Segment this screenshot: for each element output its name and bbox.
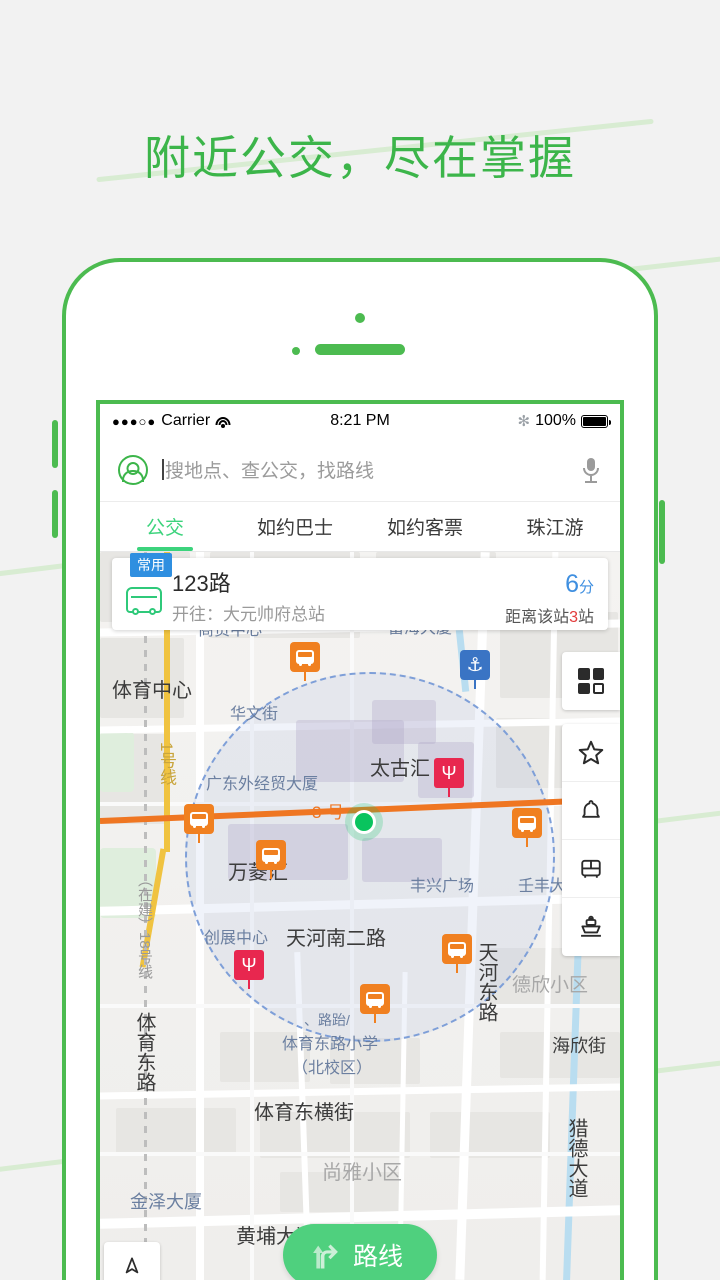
map-label-metro-1: 1号线 xyxy=(157,742,176,786)
status-bar: ●●●○● Carrier 8:21 PM ✻ 100% xyxy=(100,404,620,438)
restaurant-marker[interactable]: Ψ xyxy=(434,758,464,797)
route-button-label: 路线 xyxy=(352,1243,404,1271)
bus-stop-marker[interactable] xyxy=(442,934,472,973)
map-label: 创展中心 xyxy=(204,930,269,947)
battery-percent-label: 100% xyxy=(535,412,576,429)
map-park xyxy=(100,732,134,792)
phone-screen: ●●●○● Carrier 8:21 PM ✻ 100% 搜地点、查公交，找路线 xyxy=(96,400,624,1280)
tab-label: 如约巴士 xyxy=(256,518,333,539)
phone-volume-up-button xyxy=(52,420,58,468)
phone-camera-icon xyxy=(355,313,365,323)
tab-ruyue-bashi[interactable]: 如约巴士 xyxy=(230,502,360,551)
tab-ruyue-kepiao[interactable]: 如约客票 xyxy=(360,502,490,551)
turn-right-arrow-icon xyxy=(313,1244,338,1269)
map-building xyxy=(372,700,436,744)
favorites-button[interactable] xyxy=(562,724,620,782)
map-label: 华文街 xyxy=(230,706,279,723)
promo-screenshot: 附近公交，尽在掌握 ●●●○● Carrier 8:21 PM ✻ 100% 搜… xyxy=(0,0,720,1280)
text-caret xyxy=(162,459,164,480)
locate-me-button[interactable] xyxy=(104,1242,160,1280)
phone-power-button xyxy=(659,500,665,564)
map-label: 体育东路 xyxy=(133,1012,155,1092)
map-control-stack[interactable] xyxy=(562,724,620,956)
map-label-metro-18: （在建）18号线 xyxy=(136,872,153,979)
route-direction: 开往：大元帅府总站 xyxy=(172,604,325,624)
map-label: 丰兴广场 xyxy=(410,878,475,895)
alerts-button[interactable] xyxy=(562,782,620,840)
map-label: 天河南二路 xyxy=(286,928,386,950)
map-block xyxy=(116,1108,236,1156)
route-number: 123路 xyxy=(172,571,231,597)
eta: 6分 xyxy=(505,570,594,599)
search-bar[interactable]: 搜地点、查公交，找路线 xyxy=(100,438,620,502)
map-label: 德欣小区 xyxy=(512,975,589,996)
bus-front-icon xyxy=(581,859,601,878)
map-label: 广东外经贸大厦 xyxy=(206,776,319,793)
promo-headline: 附近公交，尽在掌握 xyxy=(144,132,576,184)
my-location-dot xyxy=(352,810,376,834)
distance-prefix: 距离该站 xyxy=(505,608,570,626)
map-label: 天河东路 xyxy=(475,942,497,1022)
eta-unit: 分 xyxy=(578,578,594,596)
distance-stops: 3 xyxy=(569,608,578,626)
bluetooth-icon: ✻ xyxy=(517,413,531,430)
map-canvas[interactable]: 广州市高新技术 商贸中心 富海大厦 体育中心 华文街 太古汇 广东外经贸大厦 万… xyxy=(100,552,620,1280)
search-input[interactable]: 搜地点、查公交，找路线 xyxy=(162,456,566,483)
map-label: 金泽大厦 xyxy=(130,1192,202,1212)
map-label: 体育东路小学 xyxy=(282,1036,379,1053)
tab-gongjiao[interactable]: 公交 xyxy=(100,502,230,551)
bus-stop-marker[interactable] xyxy=(256,840,286,879)
map-label: 壬丰大 xyxy=(518,878,567,895)
bell-icon xyxy=(582,799,600,818)
phone-speaker xyxy=(315,344,405,355)
phone-volume-down-button xyxy=(52,490,58,538)
route-button[interactable]: 路线 xyxy=(282,1224,438,1280)
map-label: 太古汇 xyxy=(370,758,430,780)
tab-zhujiangyou[interactable]: 珠江游 xyxy=(490,502,620,551)
tab-label: 公交 xyxy=(145,518,184,539)
restaurant-marker[interactable]: Ψ xyxy=(234,950,264,989)
bus-stop-marker[interactable] xyxy=(290,642,320,681)
bus-route-card[interactable]: 常用 123路 开往：大元帅府总站 6分 距离该站3站 xyxy=(112,553,608,630)
map-label: （北校区） xyxy=(292,1060,373,1077)
map-label: 体育中心 xyxy=(112,680,192,702)
ferry-icon xyxy=(581,915,601,937)
tab-label: 如约客票 xyxy=(386,518,463,539)
grid-layers-icon xyxy=(578,668,604,694)
map-label: 尚雅小区 xyxy=(322,1162,402,1184)
locate-me-icon xyxy=(125,1257,139,1274)
map-label: 体育东横街 xyxy=(254,1102,354,1124)
map-label: 海欣街 xyxy=(552,1036,606,1056)
search-placeholder: 搜地点、查公交，找路线 xyxy=(165,461,375,482)
tab-label: 珠江游 xyxy=(526,518,584,539)
map-layers-button[interactable] xyxy=(562,652,620,710)
distance-text: 距离该站3站 xyxy=(505,603,594,627)
status-badge: 常用 xyxy=(130,553,172,577)
map-label-metro-3: 3·号 xyxy=(312,803,345,822)
user-avatar-icon[interactable] xyxy=(118,454,148,485)
bus-stop-marker[interactable] xyxy=(184,804,214,843)
ferry-layer-button[interactable] xyxy=(562,898,620,956)
star-icon xyxy=(578,740,604,764)
bus-stop-marker[interactable] xyxy=(360,984,390,1023)
bus-layer-button[interactable] xyxy=(562,840,620,898)
bus-stop-marker[interactable] xyxy=(512,808,542,847)
map-label: 猎德大道 xyxy=(565,1118,587,1198)
map-label: 、路跆/ xyxy=(304,1012,350,1028)
phone-sensor-icon xyxy=(292,347,300,355)
tab-bar[interactable]: 公交 如约巴士 如约客票 珠江游 xyxy=(100,502,620,552)
battery-icon xyxy=(581,414,611,428)
microphone-icon[interactable] xyxy=(580,457,602,483)
bus-icon xyxy=(122,575,166,615)
distance-suffix: 站 xyxy=(577,608,594,626)
eta-value: 6 xyxy=(565,569,579,598)
ferry-marker[interactable]: ⚓ xyxy=(460,650,490,689)
